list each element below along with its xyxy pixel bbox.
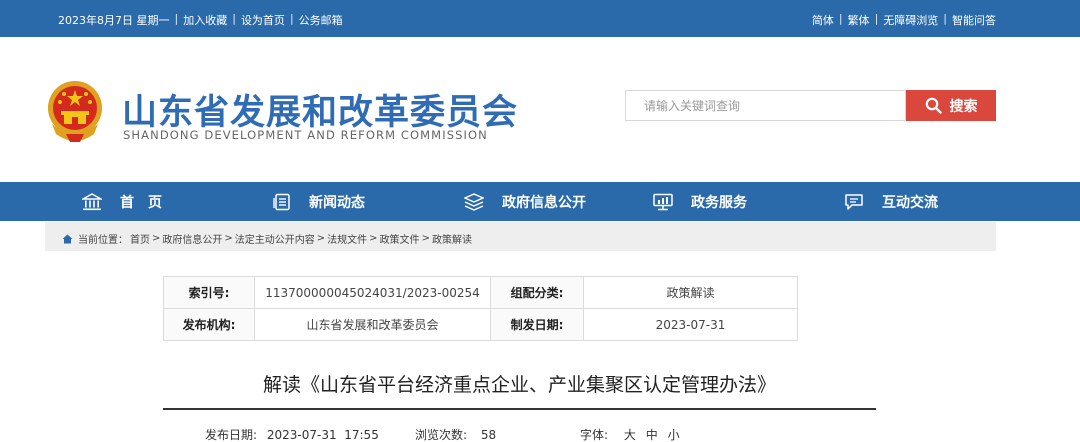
- nav-item-gov-info[interactable]: 政府信息公开: [464, 182, 586, 221]
- search-box: [625, 90, 906, 121]
- nav-label: 互动交流: [882, 194, 938, 211]
- breadcrumb-item[interactable]: 政府信息公开: [162, 231, 222, 246]
- set-home-link[interactable]: 设为首页: [241, 12, 285, 28]
- views-info: 浏览次数: 58: [415, 426, 496, 442]
- index-label: 索引号:: [163, 276, 255, 309]
- breadcrumb-separator: >: [369, 233, 378, 244]
- font-size-controls: 字体: 大 中 小: [580, 426, 680, 442]
- chat-icon: [845, 193, 863, 210]
- search-button[interactable]: 搜索: [906, 90, 996, 121]
- national-emblem-icon: [48, 81, 102, 142]
- publish-info: 发布日期: 2023-07-31 17:55: [205, 426, 379, 442]
- title-divider: [163, 408, 876, 410]
- public-mail-link[interactable]: 公务邮箱: [299, 12, 343, 28]
- breadcrumb-separator: >: [421, 233, 430, 244]
- simplified-link[interactable]: 简体: [812, 12, 834, 28]
- search-input[interactable]: [626, 91, 905, 120]
- separator: |: [874, 12, 879, 25]
- separator: |: [232, 12, 236, 25]
- site-subtitle: SHANDONG DEVELOPMENT AND REFORM COMMISSI…: [123, 128, 488, 142]
- table-row: 发布机构: 山东省发展和改革委员会 制发日期: 2023-07-31: [163, 308, 798, 341]
- nav-item-services[interactable]: 政务服务: [653, 182, 747, 221]
- category-value: 政策解读: [583, 276, 798, 309]
- search-icon: [925, 97, 942, 114]
- home-icon: [82, 192, 102, 210]
- breadcrumb-separator: >: [224, 233, 233, 244]
- home-icon: [62, 234, 73, 243]
- top-bar-right: 简体 | 繁体 | 无障碍浏览 | 智能问答: [812, 12, 996, 28]
- publish-value: 2023-07-31 17:55: [266, 428, 379, 442]
- breadcrumb-prefix: 当前位置：: [78, 235, 128, 246]
- smart-qa-link[interactable]: 智能问答: [952, 12, 996, 28]
- separator: |: [174, 12, 179, 25]
- breadcrumb-item[interactable]: 首页: [130, 231, 150, 246]
- nav-item-interaction[interactable]: 互动交流: [844, 182, 938, 221]
- article-title: 解读《山东省平台经济重点企业、产业集聚区认定管理办法》: [262, 374, 776, 396]
- breadcrumb-separator: >: [152, 233, 161, 244]
- date-label: 制发日期:: [490, 308, 584, 341]
- monitor-icon: [653, 193, 673, 210]
- breadcrumb-separator: >: [316, 233, 326, 244]
- breadcrumb-item[interactable]: 法规文件: [327, 231, 367, 246]
- nav-label: 政府信息公开: [502, 194, 586, 211]
- nav-label: 新闻动态: [309, 194, 365, 211]
- index-value: 113700000045024031/2023-00254: [254, 276, 491, 309]
- accessible-link[interactable]: 无障碍浏览: [883, 12, 938, 28]
- breadcrumb-item[interactable]: 法定主动公开内容: [235, 231, 315, 246]
- breadcrumb: 当前位置： 首页 > 政府信息公开 > 法定主动公开内容 > 法规文件 > 政策…: [45, 222, 996, 251]
- nav-item-home[interactable]: 首 页: [82, 182, 162, 221]
- category-label: 组配分类:: [490, 276, 584, 309]
- breadcrumb-item[interactable]: 政策文件: [380, 231, 420, 246]
- add-favorite-link[interactable]: 加入收藏: [183, 12, 227, 28]
- breadcrumb-item[interactable]: 政策解读: [432, 231, 472, 246]
- traditional-link[interactable]: 繁体: [848, 12, 870, 28]
- table-row: 索引号: 113700000045024031/2023-00254 组配分类:…: [163, 276, 798, 309]
- views-value: 58: [480, 428, 497, 442]
- separator: |: [943, 12, 947, 25]
- publisher-value: 山东省发展和改革委员会: [254, 308, 491, 341]
- document-meta-table: 索引号: 113700000045024031/2023-00254 组配分类:…: [163, 276, 798, 341]
- date-value: 2023-07-31: [583, 308, 798, 341]
- top-bar: 2023年8月7日 星期一 | 加入收藏 | 设为首页 | 公务邮箱 简体 | …: [0, 0, 1080, 37]
- views-label: 浏览次数:: [415, 428, 468, 442]
- separator: |: [289, 12, 294, 25]
- current-date: 2023年8月7日 星期一: [58, 14, 170, 27]
- top-bar-left: 2023年8月7日 星期一 | 加入收藏 | 设为首页 | 公务邮箱: [58, 12, 343, 28]
- news-icon: [273, 193, 290, 210]
- site-header: 山东省发展和改革委员会 SHANDONG DEVELOPMENT AND REF…: [0, 37, 1080, 182]
- publisher-label: 发布机构:: [163, 308, 255, 341]
- layers-icon: [464, 192, 484, 211]
- nav-item-news[interactable]: 新闻动态: [273, 182, 365, 221]
- font-small-button[interactable]: 小: [668, 428, 680, 442]
- font-label: 字体:: [580, 428, 609, 442]
- font-medium-button[interactable]: 中: [646, 428, 658, 442]
- nav-label: 政务服务: [691, 194, 747, 211]
- nav-label: 首 页: [120, 194, 162, 211]
- font-large-button[interactable]: 大: [624, 428, 636, 442]
- search-button-label: 搜索: [949, 98, 978, 115]
- publish-label: 发布日期:: [205, 428, 258, 442]
- main-nav: 首 页 新闻动态 政府信息公开 政务服务 互动交流: [0, 182, 1080, 221]
- separator: |: [838, 12, 843, 25]
